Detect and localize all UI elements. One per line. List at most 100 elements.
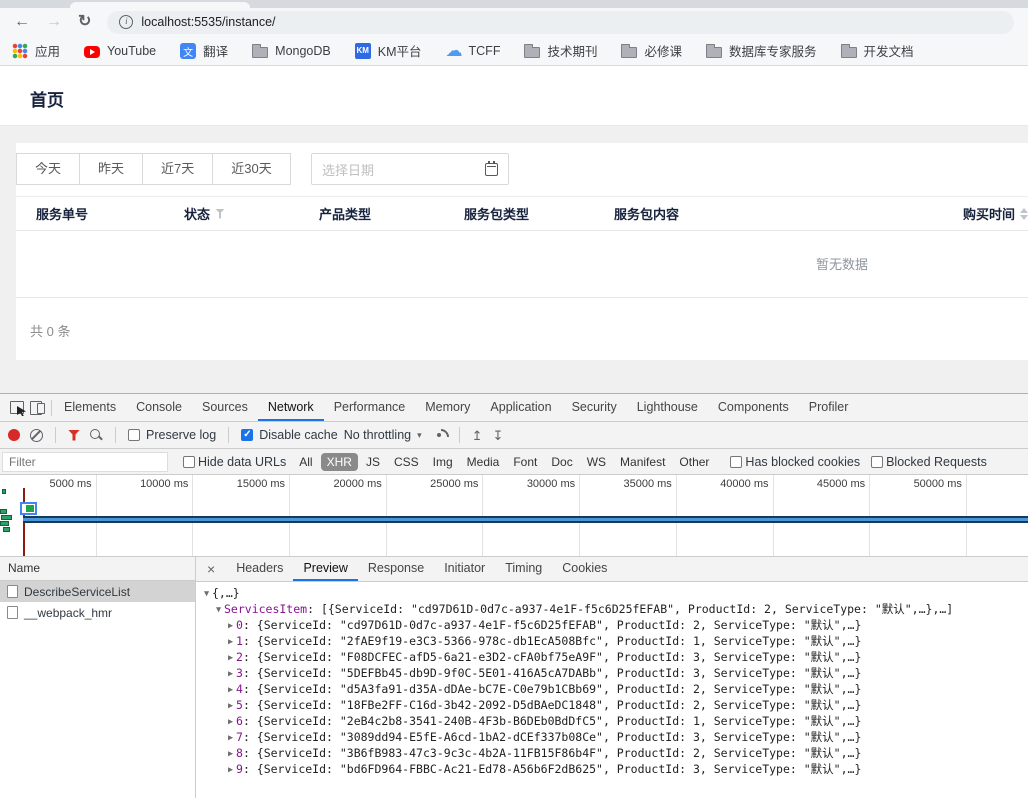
- json-array-item-line[interactable]: ▶1: {ServiceId: "2fAE9f19-e3C3-5366-978c…: [196, 633, 1028, 649]
- preserve-log-checkbox[interactable]: [128, 429, 140, 441]
- date-range-button[interactable]: 今天: [16, 153, 80, 185]
- request-row[interactable]: DescribeServiceList: [0, 581, 195, 602]
- bookmark-item[interactable]: KM平台: [355, 41, 422, 60]
- devtools-panel: Elements Console Sources Network Perform…: [0, 393, 1028, 798]
- expand-arrow-icon[interactable]: ▶: [225, 730, 236, 746]
- hide-data-urls-checkbox[interactable]: [183, 456, 195, 468]
- site-info-icon[interactable]: i: [119, 15, 133, 29]
- bookmark-item[interactable]: 数据库专家服务: [706, 41, 817, 60]
- bookmark-item[interactable]: YouTube: [84, 44, 156, 58]
- url-bar[interactable]: i localhost:5535/instance/: [107, 11, 1014, 34]
- detail-tab[interactable]: Timing: [495, 557, 552, 581]
- network-overview-timeline[interactable]: 5000 ms10000 ms15000 ms20000 ms25000 ms3…: [0, 475, 1028, 557]
- devtools-tab[interactable]: Sources: [192, 394, 258, 421]
- request-type-filter[interactable]: Img: [427, 453, 459, 471]
- json-array-item-line[interactable]: ▶5: {ServiceId: "18FBe2FF-C16d-3b42-2092…: [196, 697, 1028, 713]
- devtools-tab[interactable]: Elements: [54, 394, 126, 421]
- expand-arrow-icon[interactable]: ▶: [225, 618, 236, 634]
- blocked-requests-checkbox[interactable]: [871, 456, 883, 468]
- import-har-icon[interactable]: ↥: [472, 429, 483, 442]
- clear-icon[interactable]: [30, 429, 43, 442]
- date-range-button[interactable]: 近30天: [212, 153, 290, 185]
- expand-arrow-icon[interactable]: ▶: [225, 762, 236, 778]
- bookmark-item[interactable]: 翻译: [180, 41, 228, 60]
- filter-icon[interactable]: [68, 430, 80, 441]
- devtools-tab[interactable]: Security: [562, 394, 627, 421]
- expand-arrow-icon[interactable]: ▶: [225, 714, 236, 730]
- expand-arrow-icon[interactable]: ▼: [213, 602, 224, 618]
- request-type-filter[interactable]: XHR: [321, 453, 358, 471]
- request-type-filter[interactable]: Font: [507, 453, 543, 471]
- detail-tab[interactable]: Cookies: [552, 557, 617, 581]
- request-row[interactable]: __webpack_hmr: [0, 602, 195, 623]
- request-type-filter[interactable]: Other: [673, 453, 715, 471]
- forward-icon[interactable]: →: [46, 14, 62, 30]
- json-array-item-line[interactable]: ▶4: {ServiceId: "d5A3fa91-d35A-dDAe-bC7E…: [196, 681, 1028, 697]
- column-icon[interactable]: [215, 209, 225, 219]
- bookmark-item[interactable]: 技术期刊: [524, 41, 597, 60]
- network-conditions-icon[interactable]: [432, 429, 447, 441]
- json-array-item-line[interactable]: ▶6: {ServiceId: "2eB4c2b8-3541-240B-4F3b…: [196, 713, 1028, 729]
- has-blocked-cookies-checkbox[interactable]: [730, 456, 742, 468]
- url-text[interactable]: localhost:5535/instance/: [141, 15, 275, 29]
- request-type-filter[interactable]: JS: [360, 453, 386, 471]
- detail-tab-label: Timing: [505, 561, 542, 575]
- devtools-tab[interactable]: Memory: [415, 394, 480, 421]
- calendar-icon[interactable]: [485, 163, 498, 176]
- bookmark-item[interactable]: 应用: [12, 41, 60, 60]
- reload-icon[interactable]: ↻: [78, 14, 91, 30]
- expand-arrow-icon[interactable]: ▶: [225, 666, 236, 682]
- json-array-item-line[interactable]: ▶2: {ServiceId: "F08DCFEC-afD5-6a21-e3D2…: [196, 649, 1028, 665]
- filter-input[interactable]: [2, 452, 168, 472]
- back-icon[interactable]: ←: [14, 14, 30, 30]
- search-icon[interactable]: [90, 429, 103, 442]
- detail-tab[interactable]: Response: [358, 557, 434, 581]
- export-har-icon[interactable]: ↧: [493, 429, 504, 442]
- inspect-element-icon[interactable]: [10, 401, 24, 414]
- date-range-button[interactable]: 近7天: [142, 153, 213, 185]
- bookmark-item[interactable]: MongoDB: [252, 44, 331, 58]
- devtools-tab[interactable]: Network: [258, 394, 324, 421]
- expand-arrow-icon[interactable]: ▶: [225, 746, 236, 762]
- request-type-filter[interactable]: WS: [581, 453, 612, 471]
- devtools-tab[interactable]: Lighthouse: [627, 394, 708, 421]
- record-icon[interactable]: [8, 429, 20, 441]
- request-type-filter[interactable]: All: [293, 453, 318, 471]
- disable-cache-checkbox[interactable]: [241, 429, 253, 441]
- devtools-tab[interactable]: Console: [126, 394, 192, 421]
- expand-arrow-icon[interactable]: ▼: [201, 586, 212, 602]
- devtools-tab[interactable]: Performance: [324, 394, 416, 421]
- json-array-item-line[interactable]: ▶8: {ServiceId: "3B6fB983-47c3-9c3c-4b2A…: [196, 745, 1028, 761]
- devtools-tab[interactable]: Application: [480, 394, 561, 421]
- json-array-item-line[interactable]: ▶9: {ServiceId: "bd6FD964-FBBC-Ac21-Ed78…: [196, 761, 1028, 777]
- throttling-select[interactable]: No throttling ▾: [348, 428, 422, 442]
- close-icon[interactable]: ×: [196, 557, 226, 581]
- json-array-item-line[interactable]: ▶3: {ServiceId: "5DEFBb45-db9D-9f0C-5E01…: [196, 665, 1028, 681]
- request-type-filter[interactable]: CSS: [388, 453, 425, 471]
- expand-arrow-icon[interactable]: ▶: [225, 650, 236, 666]
- detail-tab[interactable]: Preview: [293, 557, 357, 581]
- json-services-line[interactable]: ▼ServicesItem: [{ServiceId: "cd97D61D-0d…: [196, 601, 1028, 617]
- bookmark-item[interactable]: TCFF: [446, 43, 501, 59]
- expand-arrow-icon[interactable]: ▶: [225, 682, 236, 698]
- json-array-item-line[interactable]: ▶0: {ServiceId: "cd97D61D-0d7c-a937-4e1F…: [196, 617, 1028, 633]
- devtools-tab[interactable]: Components: [708, 394, 799, 421]
- date-picker[interactable]: 选择日期: [311, 153, 509, 185]
- request-type-filter[interactable]: Manifest: [614, 453, 671, 471]
- date-range-button[interactable]: 昨天: [79, 153, 143, 185]
- request-type-filter[interactable]: Media: [461, 453, 506, 471]
- devtools-tab[interactable]: Profiler: [799, 394, 859, 421]
- json-array-item-line[interactable]: ▶7: {ServiceId: "3089dd94-E5fE-A6cd-1bA2…: [196, 729, 1028, 745]
- requests-name-header[interactable]: Name: [0, 557, 195, 581]
- request-type-filter[interactable]: Doc: [545, 453, 578, 471]
- column-icon[interactable]: [1020, 208, 1028, 220]
- bookmark-item[interactable]: 开发文档: [841, 41, 914, 60]
- detail-tab[interactable]: Initiator: [434, 557, 495, 581]
- expand-arrow-icon[interactable]: ▶: [225, 698, 236, 714]
- expand-arrow-icon[interactable]: ▶: [225, 634, 236, 650]
- detail-tab[interactable]: Headers: [226, 557, 293, 581]
- json-root-line[interactable]: ▼{,…}: [196, 585, 1028, 601]
- bookmark-item[interactable]: 必修课: [621, 41, 682, 60]
- device-toolbar-icon[interactable]: [30, 401, 45, 414]
- json-text: : {ServiceId: "bd6FD964-FBBC-Ac21-Ed78-A…: [243, 762, 861, 776]
